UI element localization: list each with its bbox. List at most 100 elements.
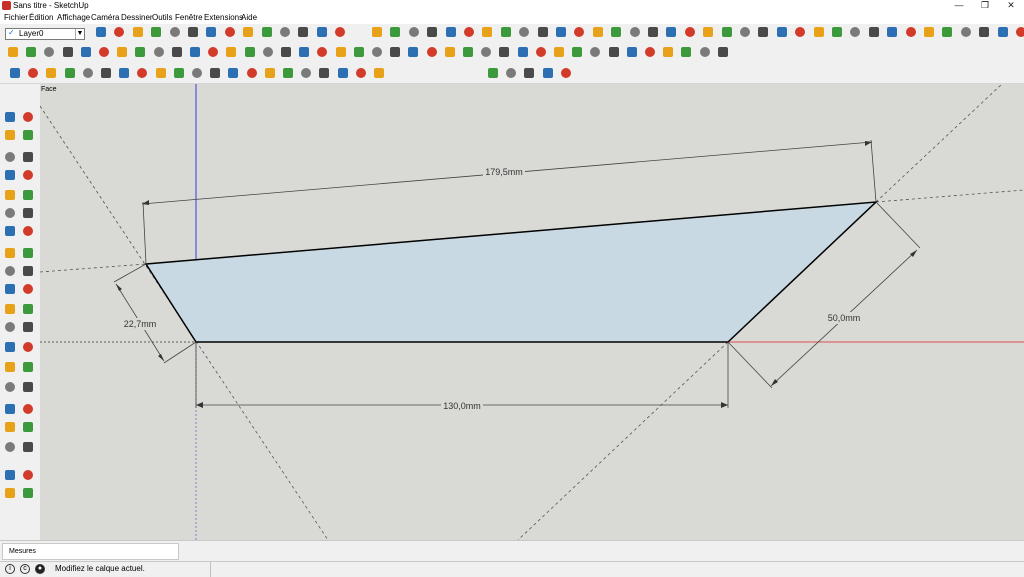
toolbar-tool-icon[interactable]	[536, 25, 550, 39]
menu-affichage[interactable]: Affichage	[57, 12, 90, 24]
toolbar-tool-icon[interactable]	[154, 66, 168, 80]
toolbar-tool-icon[interactable]	[21, 468, 35, 482]
menu-edition[interactable]: Édition	[29, 12, 53, 24]
toolbar-tool-icon[interactable]	[3, 380, 17, 394]
toolbar-tool-icon[interactable]	[299, 66, 313, 80]
toolbar-tool-icon[interactable]	[333, 25, 347, 39]
toolbar-tool-icon[interactable]	[334, 45, 348, 59]
toolbar-tool-icon[interactable]	[867, 25, 881, 39]
menu-outils[interactable]: Outils	[152, 12, 172, 24]
toolbar-tool-icon[interactable]	[443, 45, 457, 59]
menu-fenetre[interactable]: Fenêtre	[175, 12, 203, 24]
toolbar-tool-icon[interactable]	[922, 25, 936, 39]
toolbar-tool-icon[interactable]	[372, 66, 386, 80]
toolbar-tool-icon[interactable]	[63, 66, 77, 80]
toolbar-tool-icon[interactable]	[716, 45, 730, 59]
toolbar-tool-icon[interactable]	[3, 128, 17, 142]
toolbar-tool-icon[interactable]	[131, 25, 145, 39]
toolbar-tool-icon[interactable]	[21, 206, 35, 220]
toolbar-tool-icon[interactable]	[3, 246, 17, 260]
menu-fichier[interactable]: Fichier	[4, 12, 28, 24]
toolbar-tool-icon[interactable]	[570, 45, 584, 59]
toolbar-tool-icon[interactable]	[1014, 25, 1024, 39]
toolbar-tool-icon[interactable]	[462, 25, 476, 39]
toolbar-tool-icon[interactable]	[260, 25, 274, 39]
toolbar-tool-icon[interactable]	[21, 486, 35, 500]
toolbar-tool-icon[interactable]	[885, 25, 899, 39]
toolbar-tool-icon[interactable]	[497, 45, 511, 59]
toolbar-tool-icon[interactable]	[206, 45, 220, 59]
toolbar-tool-icon[interactable]	[21, 224, 35, 238]
toolbar-tool-icon[interactable]	[3, 468, 17, 482]
toolbar-tool-icon[interactable]	[352, 45, 366, 59]
menu-camera[interactable]: Caméra	[91, 12, 119, 24]
toolbar-tool-icon[interactable]	[588, 45, 602, 59]
toolbar-tool-icon[interactable]	[21, 320, 35, 334]
toolbar-tool-icon[interactable]	[190, 66, 204, 80]
dimension-label-bottom[interactable]: 130,0mm	[443, 401, 481, 411]
toolbar-tool-icon[interactable]	[959, 25, 973, 39]
toolbar-tool-icon[interactable]	[97, 45, 111, 59]
user-icon[interactable]: ●	[35, 564, 45, 574]
toolbar-tool-icon[interactable]	[44, 66, 58, 80]
toolbar-tool-icon[interactable]	[3, 206, 17, 220]
toolbar-tool-icon[interactable]	[683, 25, 697, 39]
toolbar-tool-icon[interactable]	[3, 302, 17, 316]
measurements-box[interactable]: Mesures	[2, 543, 179, 560]
toolbar-tool-icon[interactable]	[281, 66, 295, 80]
toolbar-tool-icon[interactable]	[152, 45, 166, 59]
toolbar-tool-icon[interactable]	[591, 25, 605, 39]
toolbar-tool-icon[interactable]	[21, 360, 35, 374]
geolocation-icon[interactable]: i	[5, 564, 15, 574]
toolbar-tool-icon[interactable]	[223, 25, 237, 39]
toolbar-tool-icon[interactable]	[3, 360, 17, 374]
toolbar-tool-icon[interactable]	[541, 66, 555, 80]
toolbar-tool-icon[interactable]	[698, 45, 712, 59]
credits-icon[interactable]: c	[20, 564, 30, 574]
toolbar-tool-icon[interactable]	[21, 380, 35, 394]
toolbar-tool-icon[interactable]	[186, 25, 200, 39]
toolbar-tool-icon[interactable]	[607, 45, 621, 59]
toolbar-tool-icon[interactable]	[21, 150, 35, 164]
toolbar-tool-icon[interactable]	[370, 25, 384, 39]
toolbar-tool-icon[interactable]	[135, 66, 149, 80]
toolbar-tool-icon[interactable]	[112, 25, 126, 39]
selected-face[interactable]	[144, 201, 879, 343]
toolbar-tool-icon[interactable]	[388, 45, 402, 59]
toolbar-tool-icon[interactable]	[243, 45, 257, 59]
toolbar-tool-icon[interactable]	[499, 25, 513, 39]
toolbar-tool-icon[interactable]	[21, 302, 35, 316]
toolbar-tool-icon[interactable]	[336, 66, 350, 80]
toolbar-tool-icon[interactable]	[79, 45, 93, 59]
toolbar-tool-icon[interactable]	[3, 264, 17, 278]
toolbar-tool-icon[interactable]	[534, 45, 548, 59]
toolbar-tool-icon[interactable]	[208, 66, 222, 80]
toolbar-tool-icon[interactable]	[8, 66, 22, 80]
toolbar-tool-icon[interactable]	[3, 224, 17, 238]
toolbar-tool-icon[interactable]	[625, 45, 639, 59]
toolbar-tool-icon[interactable]	[3, 420, 17, 434]
toolbar-tool-icon[interactable]	[296, 25, 310, 39]
toolbar-tool-icon[interactable]	[479, 45, 493, 59]
toolbar-tool-icon[interactable]	[261, 45, 275, 59]
toolbar-tool-icon[interactable]	[279, 45, 293, 59]
toolbar-tool-icon[interactable]	[21, 110, 35, 124]
toolbar-tool-icon[interactable]	[425, 25, 439, 39]
toolbar-tool-icon[interactable]	[3, 282, 17, 296]
toolbar-tool-icon[interactable]	[643, 45, 657, 59]
toolbar-tool-icon[interactable]	[661, 45, 675, 59]
toolbar-tool-icon[interactable]	[406, 45, 420, 59]
toolbar-tool-icon[interactable]	[149, 25, 163, 39]
toolbar-tool-icon[interactable]	[133, 45, 147, 59]
toolbar-tool-icon[interactable]	[425, 45, 439, 59]
toolbar-tool-icon[interactable]	[317, 66, 331, 80]
toolbar-tool-icon[interactable]	[204, 25, 218, 39]
toolbar-tool-icon[interactable]	[94, 25, 108, 39]
toolbar-tool-icon[interactable]	[3, 402, 17, 416]
toolbar-tool-icon[interactable]	[461, 45, 475, 59]
toolbar-tool-icon[interactable]	[224, 45, 238, 59]
toolbar-tool-icon[interactable]	[21, 128, 35, 142]
toolbar-tool-icon[interactable]	[245, 66, 259, 80]
toolbar-tool-icon[interactable]	[407, 25, 421, 39]
toolbar-tool-icon[interactable]	[21, 188, 35, 202]
